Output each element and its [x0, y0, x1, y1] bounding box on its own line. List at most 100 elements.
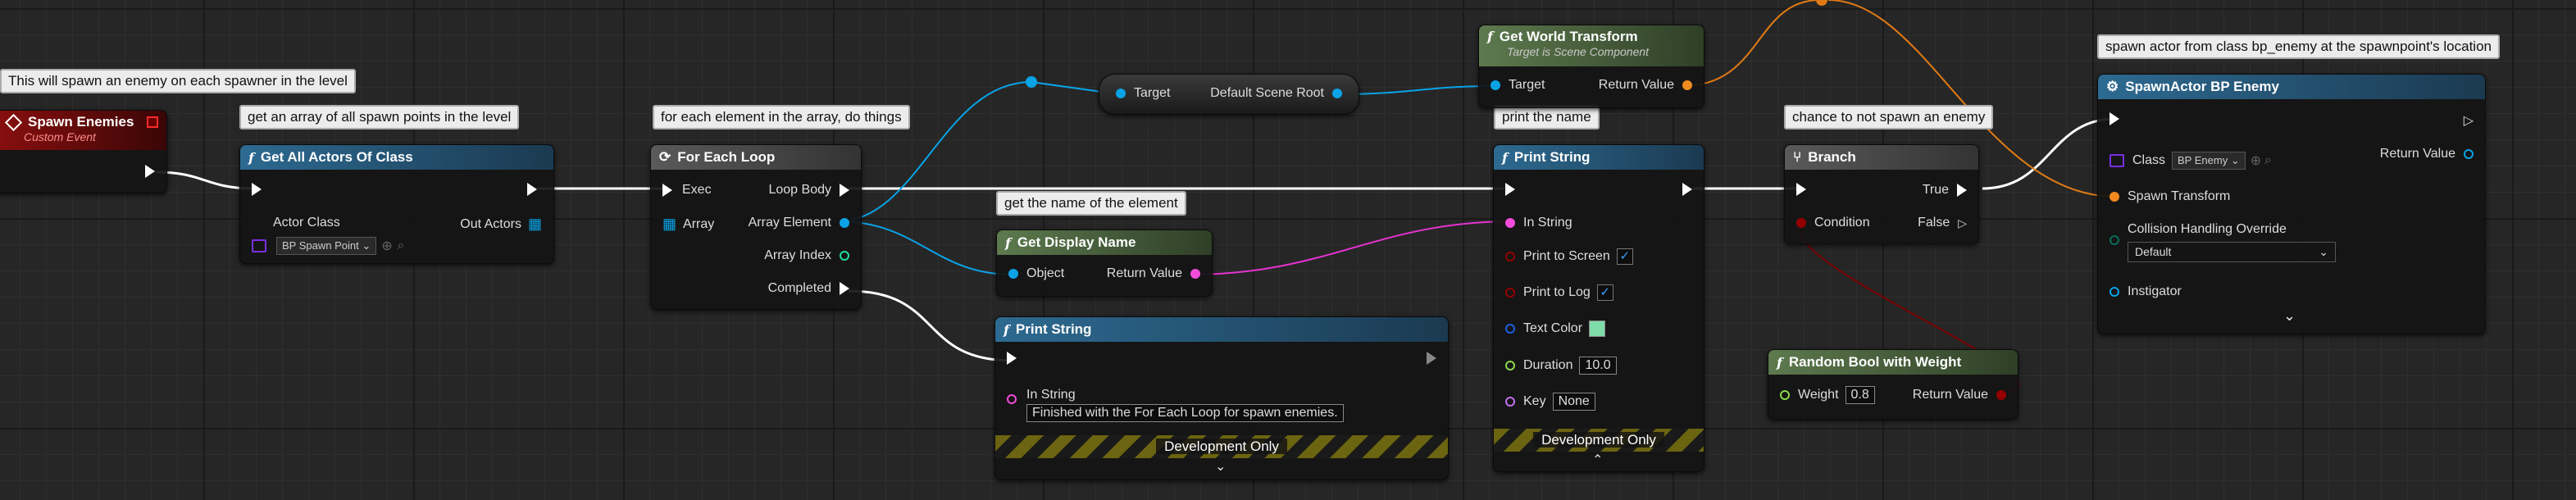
collapse-chevron-icon[interactable]: ⌃	[1592, 452, 1603, 468]
class-label: Class	[2132, 153, 2166, 167]
text-color-swatch[interactable]	[1589, 320, 1606, 337]
print-string-title: Print String	[1015, 321, 1092, 337]
expand-chevron-icon[interactable]: ⌄	[1215, 458, 1226, 475]
string-pin[interactable]	[1007, 394, 1017, 404]
bool-pin[interactable]	[1505, 252, 1515, 261]
exec-out-pin[interactable]	[840, 282, 849, 295]
object-pin[interactable]	[1491, 80, 1500, 90]
get-world-transform-node[interactable]: f Get World Transform Target is Scene Com…	[1478, 25, 1704, 108]
object-pin[interactable]	[2109, 287, 2119, 297]
exec-out-pin[interactable]	[1427, 352, 1436, 365]
get-world-transform-title: Get World Transform	[1499, 29, 1638, 44]
string-wire	[1190, 220, 1513, 275]
spawn-enemies-node[interactable]: Spawn Enemies Custom Event	[0, 110, 167, 193]
print-to-screen-checkbox[interactable]: ✓	[1616, 248, 1633, 265]
name-pin[interactable]	[1505, 397, 1515, 407]
branch-title: Branch	[1808, 149, 1856, 165]
duration-input[interactable]: 10.0	[1579, 357, 1617, 375]
exec-in-pin[interactable]	[1505, 183, 1515, 196]
expand-chevron-icon[interactable]: ⌄	[2283, 307, 2296, 325]
collision-label: Collision Handling Override	[2128, 222, 2287, 236]
object-pin[interactable]	[840, 218, 849, 228]
default-scene-root-label: Default Scene Root	[1210, 86, 1324, 100]
transform-pin[interactable]	[1682, 80, 1692, 90]
string-pin[interactable]	[1505, 218, 1515, 228]
return-value-label: Return Value	[2379, 147, 2455, 161]
branch-node[interactable]: ⑂ Branch Condition True False ▷	[1784, 144, 1979, 244]
in-string-input[interactable]: Finished with the For Each Loop for spaw…	[1026, 404, 1344, 422]
print-to-log-checkbox[interactable]: ✓	[1596, 284, 1613, 301]
reset-icon[interactable]: ⊕	[2251, 152, 2261, 169]
comment-display-name: get the name of the element	[996, 191, 1186, 216]
class-dropdown[interactable]: BP Enemy ⌄	[2172, 152, 2246, 170]
array-element-label: Array Element	[748, 216, 831, 230]
object-pin[interactable]	[1332, 89, 1342, 98]
exec-in-pin[interactable]	[1796, 183, 1806, 196]
text-color-label: Text Color	[1523, 321, 1583, 335]
comment-for-each: for each element in the array, do things	[653, 105, 910, 130]
exec-out-pin[interactable]	[1682, 183, 1692, 196]
loop-icon: ⟳	[659, 149, 671, 165]
collision-dropdown[interactable]: Default ⌄	[2128, 242, 2336, 262]
event-delegate-icon[interactable]	[147, 116, 158, 128]
get-display-name-node[interactable]: f Get Display Name Object Return Value	[996, 230, 1213, 297]
color-pin[interactable]	[1505, 324, 1515, 334]
float-pin[interactable]	[1505, 361, 1515, 370]
array-grid-icon[interactable]: ▦	[662, 216, 676, 233]
object-pin[interactable]	[1116, 89, 1126, 98]
target-label: Target	[1509, 78, 1545, 92]
exec-out-pin[interactable]	[145, 165, 155, 178]
print-string-node-2[interactable]: f Print String In String Print to Screen ✓…	[1493, 144, 1704, 472]
exec-in-pin[interactable]	[2109, 112, 2119, 125]
return-value-label: Return Value	[1106, 266, 1182, 280]
array-grid-icon[interactable]: ▦	[528, 216, 542, 233]
bool-pin[interactable]	[1505, 288, 1515, 298]
random-bool-node[interactable]: f Random Bool with Weight Weight 0.8 Retur…	[1768, 349, 2018, 420]
exec-label: Exec	[682, 183, 712, 197]
for-each-loop-node[interactable]: ⟳ For Each Loop Exec ▦ Array Loop Body Arr…	[650, 144, 862, 310]
print-string-node-1[interactable]: f Print String In String Finished with th…	[994, 316, 1449, 480]
string-pin[interactable]	[1190, 269, 1200, 279]
loop-body-label: Loop Body	[768, 183, 831, 197]
weight-input[interactable]: 0.8	[1845, 386, 1875, 404]
spawn-actor-node[interactable]: ⚙ SpawnActor BP Enemy ▷ Class BP Enemy ⌄ ⊕ ⌕…	[2097, 74, 2486, 334]
exec-true-pin[interactable]	[1957, 184, 1967, 197]
int-pin[interactable]	[840, 251, 849, 261]
bool-pin[interactable]	[1796, 218, 1806, 228]
enum-pin[interactable]	[2109, 235, 2119, 245]
scene-root-getter-node[interactable]: Target Default Scene Root	[1099, 74, 1359, 115]
in-string-label: In String	[1026, 388, 1076, 402]
bool-pin[interactable]	[1996, 390, 2006, 400]
spawn-transform-label: Spawn Transform	[2128, 189, 2231, 203]
browse-search-icon[interactable]: ⌕	[2264, 153, 2272, 168]
random-bool-title: Random Bool with Weight	[1788, 354, 1962, 370]
reset-icon[interactable]: ⊕	[381, 238, 392, 254]
development-only-banner: Development Only	[995, 435, 1448, 458]
get-world-transform-subtitle: Target is Scene Component	[1507, 45, 1650, 58]
comment-print-name: print the name	[1494, 105, 1600, 130]
key-input[interactable]: None	[1552, 393, 1595, 411]
float-pin[interactable]	[1780, 390, 1790, 400]
actor-class-dropdown[interactable]: BP Spawn Point ⌄	[276, 237, 377, 255]
array-index-label: Array Index	[764, 248, 831, 262]
object-label: Object	[1026, 266, 1065, 280]
object-pin[interactable]	[2464, 149, 2474, 159]
object-pin[interactable]	[1008, 269, 1018, 279]
class-pin[interactable]	[2109, 154, 2124, 167]
exec-out-pin[interactable]	[527, 183, 537, 196]
class-pin[interactable]	[252, 239, 266, 252]
exec-in-pin[interactable]	[252, 183, 262, 196]
exec-in-pin[interactable]	[1007, 352, 1017, 365]
get-all-actors-title: Get All Actors Of Class	[260, 149, 413, 165]
chevron-down-icon: ⌄	[2319, 245, 2328, 258]
for-each-title: For Each Loop	[677, 149, 776, 165]
transform-pin[interactable]	[2109, 192, 2119, 202]
exec-false-pin[interactable]: ▷	[1958, 216, 1967, 230]
exec-in-pin[interactable]	[662, 184, 672, 197]
print-to-log-label: Print to Log	[1523, 285, 1591, 299]
browse-search-icon[interactable]: ⌕	[398, 239, 405, 253]
exec-out-pin[interactable]: ▷	[2464, 112, 2474, 129]
exec-out-pin[interactable]	[840, 184, 849, 197]
get-all-actors-node[interactable]: f Get All Actors Of Class Actor Class BP …	[239, 144, 554, 264]
branch-icon: ⑂	[1793, 149, 1802, 165]
